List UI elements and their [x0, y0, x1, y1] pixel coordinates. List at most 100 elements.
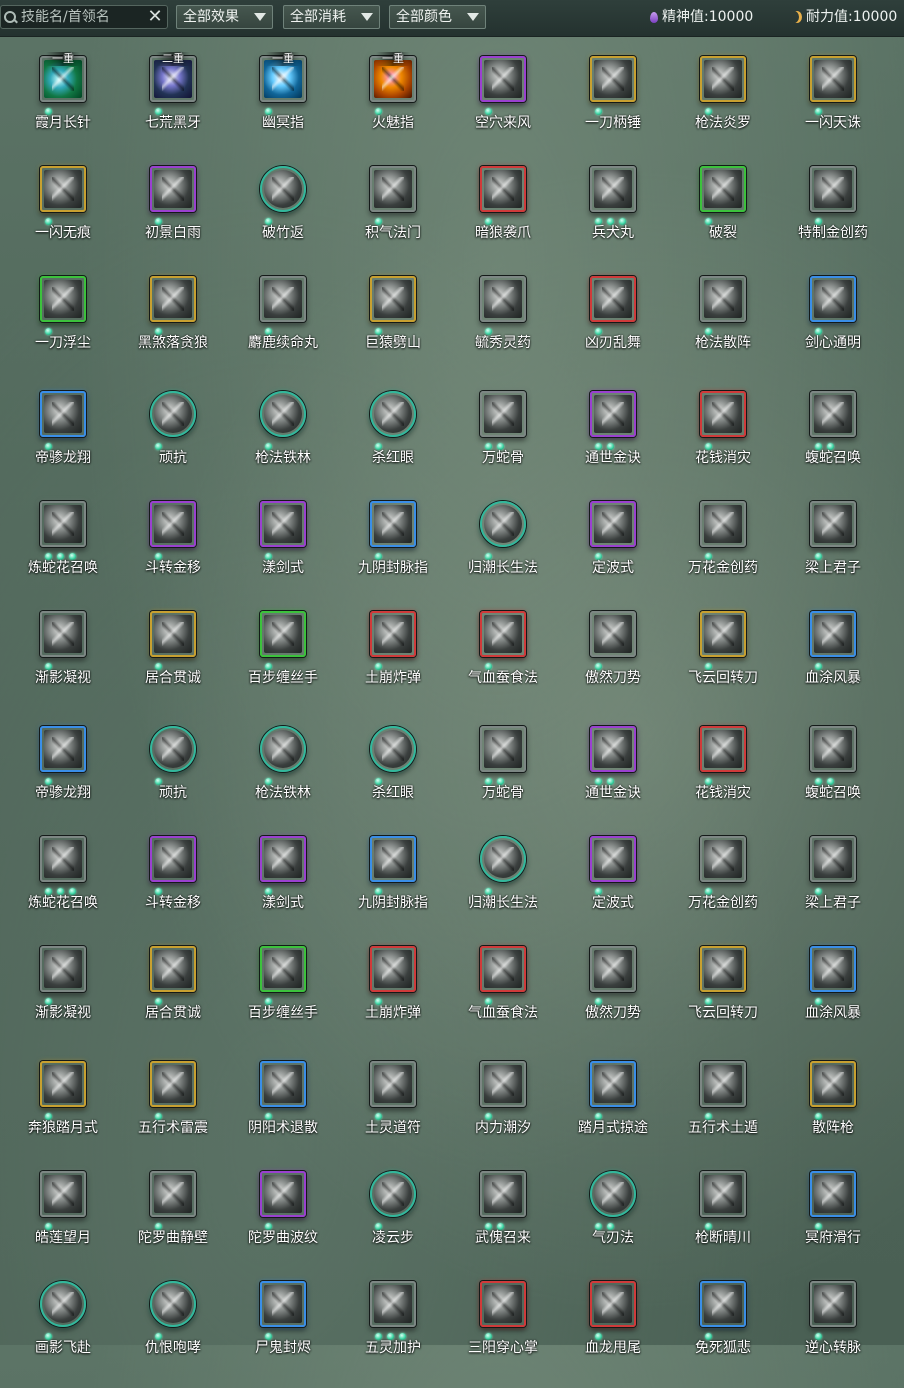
- skill-icon[interactable]: [590, 56, 636, 102]
- skill-card[interactable]: 一闪无痕: [8, 158, 118, 268]
- skill-card[interactable]: 积气法门: [338, 158, 448, 268]
- skill-icon[interactable]: [700, 501, 746, 547]
- skill-icon[interactable]: [370, 726, 416, 772]
- skill-icon[interactable]: [370, 166, 416, 212]
- skill-card[interactable]: 帝骖龙翔: [8, 383, 118, 493]
- skill-icon[interactable]: [40, 1061, 86, 1107]
- skill-card[interactable]: 麝鹿续命丸: [228, 268, 338, 378]
- skill-icon[interactable]: [480, 276, 526, 322]
- skill-icon[interactable]: [810, 166, 856, 212]
- skill-card[interactable]: 梁上君子: [778, 493, 888, 603]
- skill-card[interactable]: 巨猿劈山: [338, 268, 448, 378]
- skill-card[interactable]: 九阴封脉指: [338, 493, 448, 603]
- skill-card[interactable]: 土崩炸弹: [338, 938, 448, 1048]
- skill-card[interactable]: 皓莲望月: [8, 1163, 118, 1273]
- skill-card[interactable]: 初景白雨: [118, 158, 228, 268]
- skill-icon[interactable]: [810, 501, 856, 547]
- skill-icon[interactable]: [480, 1061, 526, 1107]
- skill-card[interactable]: 漾剑式: [228, 828, 338, 938]
- skill-icon[interactable]: [700, 166, 746, 212]
- skill-icon[interactable]: [260, 1281, 306, 1327]
- skill-icon[interactable]: [480, 391, 526, 437]
- skill-icon[interactable]: [700, 391, 746, 437]
- skill-icon[interactable]: [150, 1171, 196, 1217]
- skill-card[interactable]: 陀罗曲波纹: [228, 1163, 338, 1273]
- skill-card[interactable]: 斗转金移: [118, 828, 228, 938]
- skill-icon[interactable]: [700, 611, 746, 657]
- skill-card[interactable]: 一重 火魅指: [338, 48, 448, 158]
- skill-icon[interactable]: [810, 56, 856, 102]
- skill-card[interactable]: 空穴来风: [448, 48, 558, 158]
- skill-icon[interactable]: [700, 726, 746, 772]
- skill-icon[interactable]: [40, 1171, 86, 1217]
- skill-icon[interactable]: [370, 501, 416, 547]
- skill-icon[interactable]: [700, 946, 746, 992]
- skill-card[interactable]: 蝮蛇召唤: [778, 718, 888, 828]
- skill-card[interactable]: 万蛇骨: [448, 383, 558, 493]
- skill-card[interactable]: 血龙甩尾: [558, 1273, 668, 1383]
- skill-card[interactable]: 奔狼踏月式: [8, 1053, 118, 1163]
- skill-card[interactable]: 五灵加护: [338, 1273, 448, 1383]
- skill-icon[interactable]: [480, 946, 526, 992]
- skill-card[interactable]: 帝骖龙翔: [8, 718, 118, 828]
- skill-card[interactable]: 气血蚕食法: [448, 938, 558, 1048]
- clear-icon[interactable]: ✕: [146, 8, 164, 26]
- skill-card[interactable]: 二重 七荒黑牙: [118, 48, 228, 158]
- skill-icon[interactable]: [810, 276, 856, 322]
- skill-card[interactable]: 特制金创药: [778, 158, 888, 268]
- skill-card[interactable]: 顽抗: [118, 383, 228, 493]
- skill-icon[interactable]: [810, 611, 856, 657]
- skill-icon[interactable]: [480, 1281, 526, 1327]
- skill-icon[interactable]: [370, 611, 416, 657]
- cost-filter-dropdown[interactable]: 全部消耗: [283, 5, 380, 29]
- skill-card[interactable]: 顽抗: [118, 718, 228, 828]
- skill-card[interactable]: 五行术土遁: [668, 1053, 778, 1163]
- skill-icon[interactable]: [150, 1281, 196, 1327]
- skill-card[interactable]: 漾剑式: [228, 493, 338, 603]
- skill-icon[interactable]: [150, 611, 196, 657]
- skill-card[interactable]: 一刀浮尘: [8, 268, 118, 378]
- skill-icon[interactable]: [40, 1281, 86, 1327]
- skill-icon[interactable]: [810, 836, 856, 882]
- skill-icon[interactable]: [260, 1061, 306, 1107]
- search-box[interactable]: ✕: [0, 5, 168, 29]
- skill-card[interactable]: 花钱消灾: [668, 383, 778, 493]
- skill-icon[interactable]: [260, 611, 306, 657]
- skill-icon[interactable]: [150, 726, 196, 772]
- skill-card[interactable]: 陀罗曲静壁: [118, 1163, 228, 1273]
- skill-icon[interactable]: [480, 726, 526, 772]
- skill-icon[interactable]: [150, 836, 196, 882]
- skill-icon[interactable]: [370, 1281, 416, 1327]
- skill-icon[interactable]: [40, 276, 86, 322]
- skill-icon[interactable]: [260, 726, 306, 772]
- skill-card[interactable]: 枪断晴川: [668, 1163, 778, 1273]
- skill-card[interactable]: 炼蛇花召唤: [8, 828, 118, 938]
- skill-card[interactable]: 土崩炸弹: [338, 603, 448, 713]
- skill-card[interactable]: 花钱消灾: [668, 718, 778, 828]
- skill-icon[interactable]: [370, 946, 416, 992]
- skill-card[interactable]: 破竹返: [228, 158, 338, 268]
- skill-card[interactable]: 居合贯诚: [118, 603, 228, 713]
- skill-card[interactable]: 一重 霞月长针: [8, 48, 118, 158]
- skill-card[interactable]: 五行术雷震: [118, 1053, 228, 1163]
- skill-card[interactable]: 傲然刀势: [558, 938, 668, 1048]
- skill-icon[interactable]: [260, 1171, 306, 1217]
- skill-card[interactable]: 土灵道符: [338, 1053, 448, 1163]
- skill-card[interactable]: 破裂: [668, 158, 778, 268]
- skill-card[interactable]: 飞云回转刀: [668, 603, 778, 713]
- skill-card[interactable]: 杀红眼: [338, 718, 448, 828]
- effect-filter-dropdown[interactable]: 全部效果: [176, 5, 273, 29]
- skill-card[interactable]: 枪法铁林: [228, 718, 338, 828]
- skill-card[interactable]: 冥府滑行: [778, 1163, 888, 1273]
- skill-card[interactable]: 凶刃乱舞: [558, 268, 668, 378]
- skill-card[interactable]: 斗转金移: [118, 493, 228, 603]
- skill-card[interactable]: 定波式: [558, 828, 668, 938]
- skill-card[interactable]: 九阴封脉指: [338, 828, 448, 938]
- skill-icon[interactable]: [370, 276, 416, 322]
- skill-icon[interactable]: [700, 1281, 746, 1327]
- skill-icon[interactable]: [260, 501, 306, 547]
- skill-icon[interactable]: [40, 501, 86, 547]
- skill-card[interactable]: 凌云步: [338, 1163, 448, 1273]
- skill-card[interactable]: 血涂风暴: [778, 603, 888, 713]
- skill-icon[interactable]: [260, 946, 306, 992]
